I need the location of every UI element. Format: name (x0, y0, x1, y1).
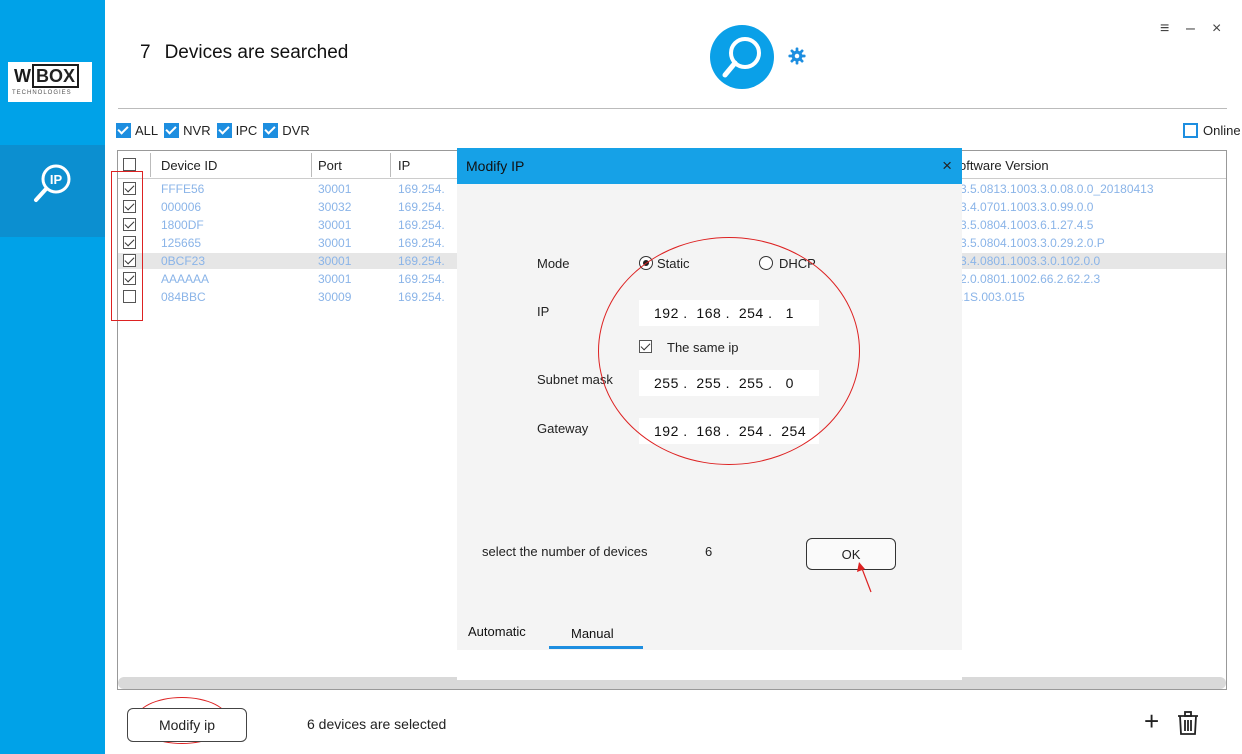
selected-count-text: 6 devices are selected (307, 716, 447, 732)
cell-software-version: 3.4.0701.1003.3.0.99.0.0 (960, 200, 1094, 214)
search-button[interactable] (710, 25, 774, 89)
device-count: 7 (140, 42, 151, 63)
device-type-filters: ALL NVR IPC DVR (116, 123, 316, 138)
filter-dvr-checkbox[interactable] (263, 123, 279, 138)
annotation-arrow-icon (857, 562, 872, 593)
annotation-circle-fields (598, 237, 860, 465)
cell-ip: 169.254. (398, 182, 445, 196)
online-label: Online (1203, 123, 1241, 138)
header-port[interactable]: Port (318, 158, 342, 173)
filter-nvr-checkbox[interactable] (164, 123, 180, 138)
filter-ipc-label: IPC (235, 123, 258, 138)
sidebar-item-ip-search[interactable]: IP (0, 145, 105, 237)
select-all-checkbox[interactable] (123, 158, 136, 171)
header-separator (311, 153, 312, 177)
cell-device-id: AAAAAA (161, 272, 210, 286)
filter-all-checkbox[interactable] (116, 123, 131, 138)
cell-device-id: 000006 (161, 200, 202, 214)
cell-port: 30001 (318, 182, 352, 196)
ok-button[interactable]: OK (806, 538, 896, 570)
online-filter: Online (1183, 123, 1241, 138)
cell-software-version: 3.4.0801.1003.3.0.102.0.0 (960, 254, 1101, 268)
active-tab-indicator (549, 646, 643, 649)
cell-port: 30032 (318, 200, 352, 214)
search-icon (722, 37, 761, 78)
cell-ip: 169.254. (398, 290, 445, 304)
header-device-id[interactable]: Device ID (161, 158, 217, 173)
settings-gear-icon[interactable] (788, 47, 806, 69)
online-checkbox[interactable] (1183, 123, 1198, 138)
menu-icon[interactable]: ≡ (1160, 20, 1169, 38)
logo-subtitle: TECHNOLOGIES (12, 90, 72, 96)
logo-box: BOX (32, 64, 80, 88)
svg-text:IP: IP (50, 172, 63, 187)
header-software-version[interactable]: oftware Version (959, 158, 1049, 173)
modify-ip-button[interactable]: Modify ip (127, 708, 247, 742)
mode-label: Mode (537, 256, 570, 271)
filter-dvr-label: DVR (282, 123, 310, 138)
device-count-value: 6 (705, 544, 713, 559)
cell-software-version: 3.5.0813.1003.3.0.08.0.0_20180413 (960, 182, 1154, 196)
cell-software-version: 2.0.0801.1002.66.2.62.2.3 (960, 272, 1101, 286)
trash-icon[interactable] (1177, 711, 1199, 735)
cell-port: 30001 (318, 272, 352, 286)
page-title: 7 Devices are searched (140, 42, 348, 64)
filter-ipc-checkbox[interactable] (216, 123, 232, 138)
cell-ip: 169.254. (398, 272, 445, 286)
header-separator (390, 153, 391, 177)
sidebar: W BOX TECHNOLOGIES IP (0, 0, 105, 754)
cell-port: 30001 (318, 218, 352, 232)
wbox-logo: W BOX TECHNOLOGIES (8, 62, 92, 102)
dialog-close-icon[interactable]: × (942, 156, 952, 176)
gateway-label: Gateway (537, 421, 589, 436)
header-separator (150, 153, 151, 177)
cell-device-id: FFFE56 (161, 182, 205, 196)
logo-w: W (14, 66, 31, 86)
close-button[interactable]: × (1212, 20, 1221, 38)
tab-automatic[interactable]: Automatic (468, 624, 526, 639)
dialog-header: Modify IP × (457, 148, 962, 184)
cell-ip: 169.254. (398, 200, 445, 214)
cell-software-version: 3.5.0804.1003.3.0.29.2.0.P (960, 236, 1105, 250)
cell-port: 30009 (318, 290, 352, 304)
cell-device-id: 084BBC (161, 290, 206, 304)
annotation-checkbox-highlight (111, 171, 143, 321)
cell-port: 30001 (318, 236, 352, 250)
cell-software-version: 3.5.0804.1003.6.1.27.4.5 (960, 218, 1094, 232)
dialog-footer (457, 650, 962, 680)
filter-all-label: ALL (135, 123, 159, 138)
cell-device-id: 1800DF (161, 218, 204, 232)
mode-tabs: Automatic Manual (457, 620, 962, 650)
ip-label: IP (537, 304, 550, 319)
cell-device-id: 0BCF23 (161, 254, 206, 268)
tab-manual[interactable]: Manual (571, 626, 614, 641)
title-text: Devices are searched (164, 42, 349, 63)
minimize-button[interactable]: – (1186, 20, 1195, 38)
filter-nvr-label: NVR (183, 123, 211, 138)
dialog-title: Modify IP (466, 158, 525, 174)
cell-ip: 169.254. (398, 236, 445, 250)
header-ip[interactable]: IP (398, 158, 410, 173)
cell-ip: 169.254. (398, 254, 445, 268)
cell-software-version: .1S.003.015 (960, 290, 1025, 304)
device-count-label: select the number of devices (482, 544, 648, 559)
add-icon[interactable]: + (1144, 708, 1159, 734)
title-divider (118, 108, 1227, 109)
cell-port: 30001 (318, 254, 352, 268)
ip-search-icon: IP (34, 164, 71, 202)
cell-device-id: 125665 (161, 236, 202, 250)
cell-ip: 169.254. (398, 218, 445, 232)
